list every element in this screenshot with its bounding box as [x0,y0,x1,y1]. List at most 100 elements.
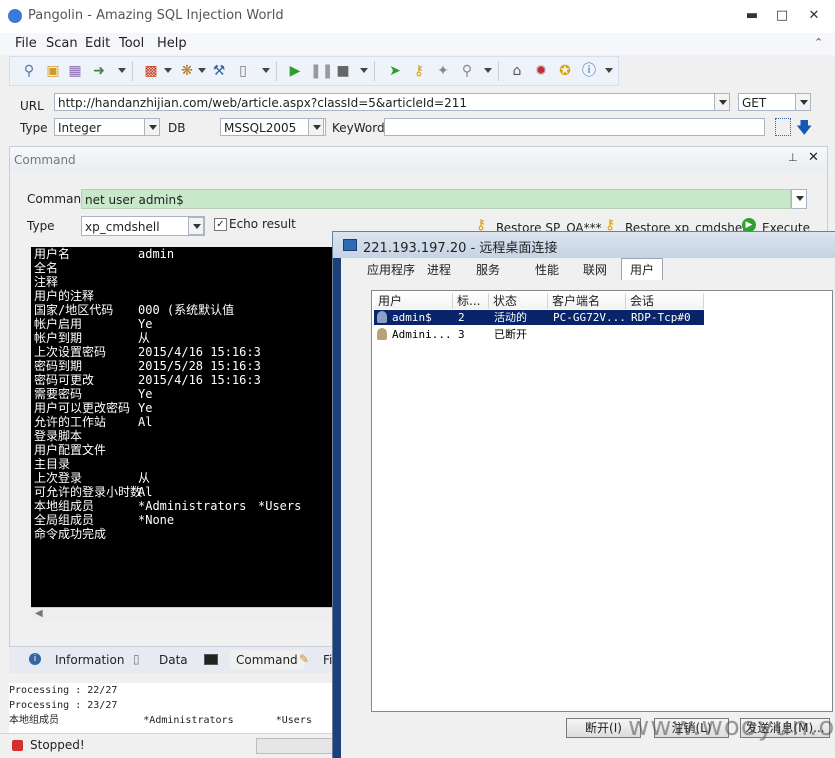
cell-session: RDP-Tcp#0 [631,311,691,324]
tab-command[interactable]: Command [230,650,304,670]
grid-icon[interactable] [775,118,791,136]
console-line: 本地组成员 *Administrators *Users [31,499,336,513]
keyword-input[interactable] [384,118,765,136]
menu-file[interactable]: File [15,36,37,51]
update-icon[interactable]: ✪ [556,62,574,80]
menu-tool[interactable]: Tool [119,36,144,51]
close-icon[interactable]: ✕ [806,8,822,24]
echo-checkbox[interactable]: ✓ [214,218,227,231]
console-line: 密码可更改 2015/4/16 15:16:3 [31,373,336,387]
chevron-down-icon[interactable] [198,68,206,73]
play-icon[interactable]: ▶ [286,62,304,80]
console-field: 允许的工作站 [34,415,107,429]
minimize-icon[interactable]: ▬ [744,8,760,24]
tab-networking[interactable]: 联网 [583,261,607,278]
stop-status-icon [12,740,23,751]
console-value: Al [138,415,153,429]
pause-icon[interactable]: ❚❚ [310,62,333,80]
close-panel-icon[interactable]: ✕ [808,150,819,165]
console-field: 可允许的登录小时数 [34,485,143,499]
tab-performance[interactable]: 性能 [535,261,559,278]
scroll-left-icon[interactable]: ◀ [35,608,43,619]
tab-information[interactable]: Information [55,650,124,670]
go-icon[interactable]: ➤ [386,62,404,80]
menu-edit[interactable]: Edit [85,36,110,51]
console-field: 主目录 [34,457,71,471]
column-session[interactable]: 会话 [626,293,704,309]
bug-icon[interactable]: ✹ [532,62,550,80]
zoom-icon[interactable]: ⚲ [458,62,476,80]
user-icon [377,311,387,323]
terminal-icon [204,654,218,665]
chevron-down-icon[interactable] [484,68,492,73]
chevron-down-icon[interactable] [262,68,270,73]
tab-users[interactable]: 用户 [621,258,664,280]
console-value: 从 [138,331,151,345]
export-icon[interactable]: ➜ [90,62,108,80]
column-user[interactable]: 用户 [374,293,453,309]
magic-icon[interactable]: ✦ [434,62,452,80]
window-title: Pangolin - Amazing SQL Injection World [28,8,284,23]
console-value: admin [138,247,175,261]
chevron-down-icon[interactable] [118,68,126,73]
menu-help[interactable]: Help [157,36,187,51]
console-line: 命令成功完成 [31,527,336,541]
tab-data[interactable]: Data [159,650,188,670]
column-status[interactable]: 状态 [489,293,548,309]
command-dropdown-button[interactable] [791,189,807,209]
echo-label[interactable]: Echo result [229,217,296,231]
save-icon[interactable]: ▦ [66,62,84,80]
maximize-icon[interactable]: □ [774,8,790,24]
menu-scan[interactable]: Scan [46,36,78,51]
pin-icon[interactable]: ⊥ [788,151,798,164]
inject-icon[interactable]: ❋ [178,62,196,80]
column-client[interactable]: 客户端名 [548,293,626,309]
database-icon[interactable]: ▯ [234,62,252,80]
cell-user: Admini... [392,328,452,341]
chevron-up-icon[interactable]: ⌃ [814,36,823,49]
wrench-icon[interactable]: ⚒ [210,62,228,80]
search-icon[interactable]: ⚲ [20,62,38,80]
tab-services[interactable]: 服务 [476,261,500,278]
console-line: 上次设置密码 2015/4/16 15:16:3 [31,345,336,359]
remote-desktop-title: 221.193.197.20 - 远程桌面连接 [363,241,558,256]
url-input[interactable]: http://handanzhijian.com/web/article.asp… [54,93,724,111]
console-field: 全名 [34,261,59,275]
tab-processes[interactable]: 进程 [427,261,451,278]
cmd-type-dropdown-button[interactable] [188,217,204,235]
command-panel-header: Command ⊥ ✕ [10,147,827,171]
method-dropdown-button[interactable] [795,93,811,111]
stop-icon[interactable]: ■ [334,62,352,80]
console-line: 登录脚本 [31,429,336,443]
console-line: 可允许的登录小时数 Al [31,485,336,499]
open-icon[interactable]: ▣ [44,62,62,80]
console-line: 帐户启用 Ye [31,317,336,331]
console-line: 帐户到期 从 [31,331,336,345]
info-icon[interactable]: ⓘ [580,62,598,80]
table-row-selected[interactable]: admin$ 2 活动的 PC-GG72V... RDP-Tcp#0 [374,310,704,325]
console-value: *Users [258,499,302,513]
db-dropdown-button[interactable] [308,118,324,136]
command-input[interactable]: net user admin$ [81,189,791,209]
table-row[interactable]: Admini... 3 已断开 [374,327,704,342]
cmd-type-select[interactable]: xp_cmdshell [81,216,205,236]
tab-file[interactable]: Fi [323,650,332,670]
log-output: Processing : 22/27 Processing : 23/27 本地… [9,683,339,733]
cell-id: 2 [458,311,465,324]
log-line: 本地组成员 *Administrators *Users [9,715,312,726]
tab-applications[interactable]: 应用程序 [367,261,415,278]
column-id[interactable]: 标... [453,293,489,309]
chevron-down-icon[interactable] [360,68,368,73]
console-horizontal-scrollbar[interactable]: ◀ [31,607,336,622]
chevron-down-icon[interactable] [605,68,613,73]
type-dropdown-button[interactable] [144,118,160,136]
status-bar: Stopped! [0,733,340,758]
key-icon[interactable]: ⚷ [410,62,428,80]
remote-desktop-titlebar: 221.193.197.20 - 远程桌面连接 [333,232,835,258]
chevron-down-icon[interactable] [164,68,172,73]
toolbar-separator [132,61,133,81]
arrow-down-icon[interactable]: 🡇 [796,117,812,144]
home-icon[interactable]: ⌂ [508,62,526,80]
check-icon[interactable]: ▩ [142,62,160,80]
url-dropdown-button[interactable] [714,93,730,111]
